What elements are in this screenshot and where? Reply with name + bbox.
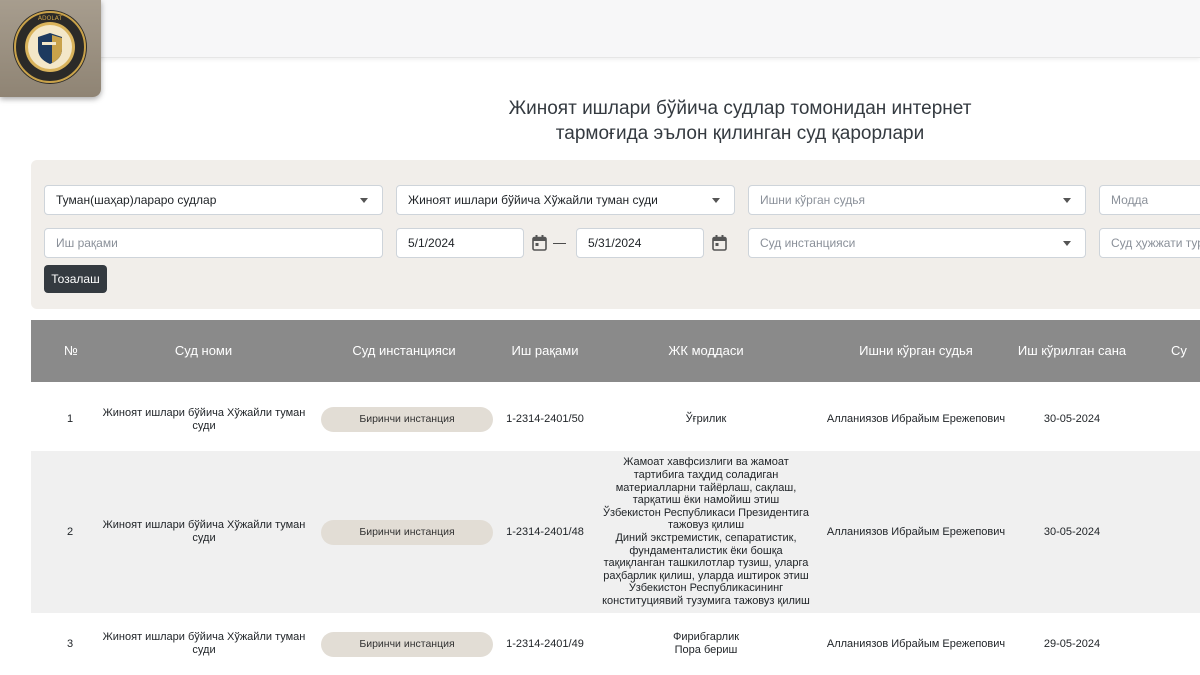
cell-judge: Алланиязов Ибрайым Ережепович [815, 613, 1017, 675]
document-type-select[interactable]: Суд ҳужжати тури [1099, 228, 1200, 258]
page-title-line-2: тармоғида эълон қилинган суд қарорлари [555, 123, 925, 144]
table-row[interactable]: 1 Жиноят ишлари бўйича Хўжайли туман суди… [31, 388, 1200, 451]
cell-judge-text: Алланиязов Ибрайым Ережепович [826, 637, 1006, 650]
document-type-placeholder: Суд ҳужжати тури [1111, 236, 1200, 250]
chevron-down-icon [1063, 241, 1071, 246]
cell-number-text: 3 [66, 637, 74, 650]
logo[interactable]: ADOLAT [0, 0, 101, 97]
case-number-placeholder: Иш рақами [56, 236, 118, 250]
cell-court-text: Жиноят ишлари бўйича Хўжайли туман суди [102, 406, 306, 432]
article-select[interactable]: Модда [1099, 185, 1200, 215]
page-title: Жиноят ишлари бўйича судлар томонидан ин… [440, 96, 1040, 146]
cell-case-number-text: 1-2314-2401/48 [506, 525, 584, 538]
svg-text:ADOLAT: ADOLAT [38, 15, 63, 22]
cell-court: Жиноят ишлари бўйича Хўжайли туман суди [93, 451, 315, 613]
cell-judge-text: Алланиязов Ибрайым Ережепович [826, 413, 1006, 426]
column-header-date[interactable]: Иш кўрилган сана [1017, 320, 1127, 382]
table-row[interactable]: 3 Жиноят ишлари бўйича Хўжайли туман суди… [31, 613, 1200, 675]
column-header-document[interactable]: Су [1171, 320, 1200, 382]
column-header-article[interactable]: ЖК моддаси [597, 320, 815, 382]
column-header-instance[interactable]: Суд инстанцияси [318, 320, 490, 382]
instance-badge: Биринчи инстанция [321, 520, 493, 545]
column-header-judge[interactable]: Ишни кўрган судья [815, 320, 1017, 382]
cell-court: Жиноят ишлари бўйича Хўжайли туман суди [93, 388, 315, 451]
date-from-value: 5/1/2024 [408, 236, 455, 250]
judge-select[interactable]: Ишни кўрган судья [748, 185, 1086, 215]
cell-date-text: 29-05-2024 [1043, 637, 1101, 650]
cell-article-text: Ўғрилик [685, 413, 727, 426]
date-to-value: 5/31/2024 [588, 236, 642, 250]
cell-number-text: 2 [66, 525, 74, 538]
cell-court-text: Жиноят ишлари бўйича Хўжайли туман суди [102, 631, 306, 656]
table-row[interactable]: 2 Жиноят ишлари бўйича Хўжайли туман суди… [31, 451, 1200, 613]
cell-date: 30-05-2024 [1017, 451, 1127, 613]
cell-case-number: 1-2314-2401/49 [493, 613, 597, 675]
court-level-select[interactable]: Туман(шаҳар)лараро судлар [44, 185, 383, 215]
cell-article-text: Жамоат хавфсизлиги ва жамоат тартибига т… [602, 456, 810, 607]
cell-article: Жамоат хавфсизлиги ва жамоат тартибига т… [601, 451, 811, 613]
cell-court-text: Жиноят ишлари бўйича Хўжайли туман суди [102, 519, 306, 544]
cell-date: 30-05-2024 [1017, 388, 1127, 451]
chevron-down-icon [712, 198, 720, 203]
cell-case-number-text: 1-2314-2401/49 [506, 637, 584, 650]
instance-badge: Биринчи инстанция [321, 632, 493, 657]
date-from-input[interactable]: 5/1/2024 [396, 228, 524, 258]
column-header-court[interactable]: Суд номи [91, 320, 316, 382]
cell-date-text: 30-05-2024 [1043, 413, 1101, 426]
cell-judge: Алланиязов Ибрайым Ережепович [815, 451, 1017, 613]
court-select[interactable]: Жиноят ишлари бўйича Хўжайли туман суди [396, 185, 735, 215]
chevron-down-icon [1063, 198, 1071, 203]
court-level-value: Туман(шаҳар)лараро судлар [56, 193, 217, 207]
top-bar [0, 0, 1200, 58]
date-range-separator: — [553, 235, 566, 250]
table-header: № Суд номи Суд инстанцияси Иш рақами ЖК … [31, 320, 1200, 382]
cell-case-number: 1-2314-2401/48 [493, 451, 597, 613]
instance-select[interactable]: Суд инстанцияси [748, 228, 1086, 258]
judge-placeholder: Ишни кўрган судья [760, 193, 865, 207]
case-number-input[interactable]: Иш рақами [44, 228, 383, 258]
page-title-line-1: Жиноят ишлари бўйича судлар томонидан ин… [508, 98, 972, 119]
calendar-icon[interactable] [712, 235, 727, 251]
cell-judge: Алланиязов Ибрайым Ережепович [815, 388, 1017, 451]
calendar-icon[interactable] [532, 235, 547, 251]
cell-date: 29-05-2024 [1017, 613, 1127, 675]
court-value: Жиноят ишлари бўйича Хўжайли туман суди [408, 193, 658, 207]
cell-article: Фирибгарлик Пора бериш [601, 613, 811, 675]
cell-number-text: 1 [66, 413, 74, 426]
cell-court: Жиноят ишлари бўйича Хўжайли туман суди [93, 613, 315, 675]
cell-case-number-text: 1-2314-2401/50 [506, 413, 584, 426]
date-to-input[interactable]: 5/31/2024 [576, 228, 704, 258]
column-header-case-number[interactable]: Иш рақами [493, 320, 597, 382]
adolat-emblem-icon: ADOLAT [13, 10, 87, 84]
instance-placeholder: Суд инстанцияси [760, 236, 856, 250]
cell-article: Ўғрилик [601, 388, 811, 451]
chevron-down-icon [360, 198, 368, 203]
cell-date-text: 30-05-2024 [1043, 525, 1101, 538]
cell-case-number: 1-2314-2401/50 [493, 388, 597, 451]
article-placeholder: Модда [1111, 193, 1149, 207]
instance-badge: Биринчи инстанция [321, 407, 493, 432]
cell-judge-text: Алланиязов Ибрайым Ережепович [826, 525, 1006, 538]
cell-article-text: Фирибгарлик Пора бериш [672, 631, 740, 656]
clear-button[interactable]: Тозалаш [44, 265, 107, 293]
